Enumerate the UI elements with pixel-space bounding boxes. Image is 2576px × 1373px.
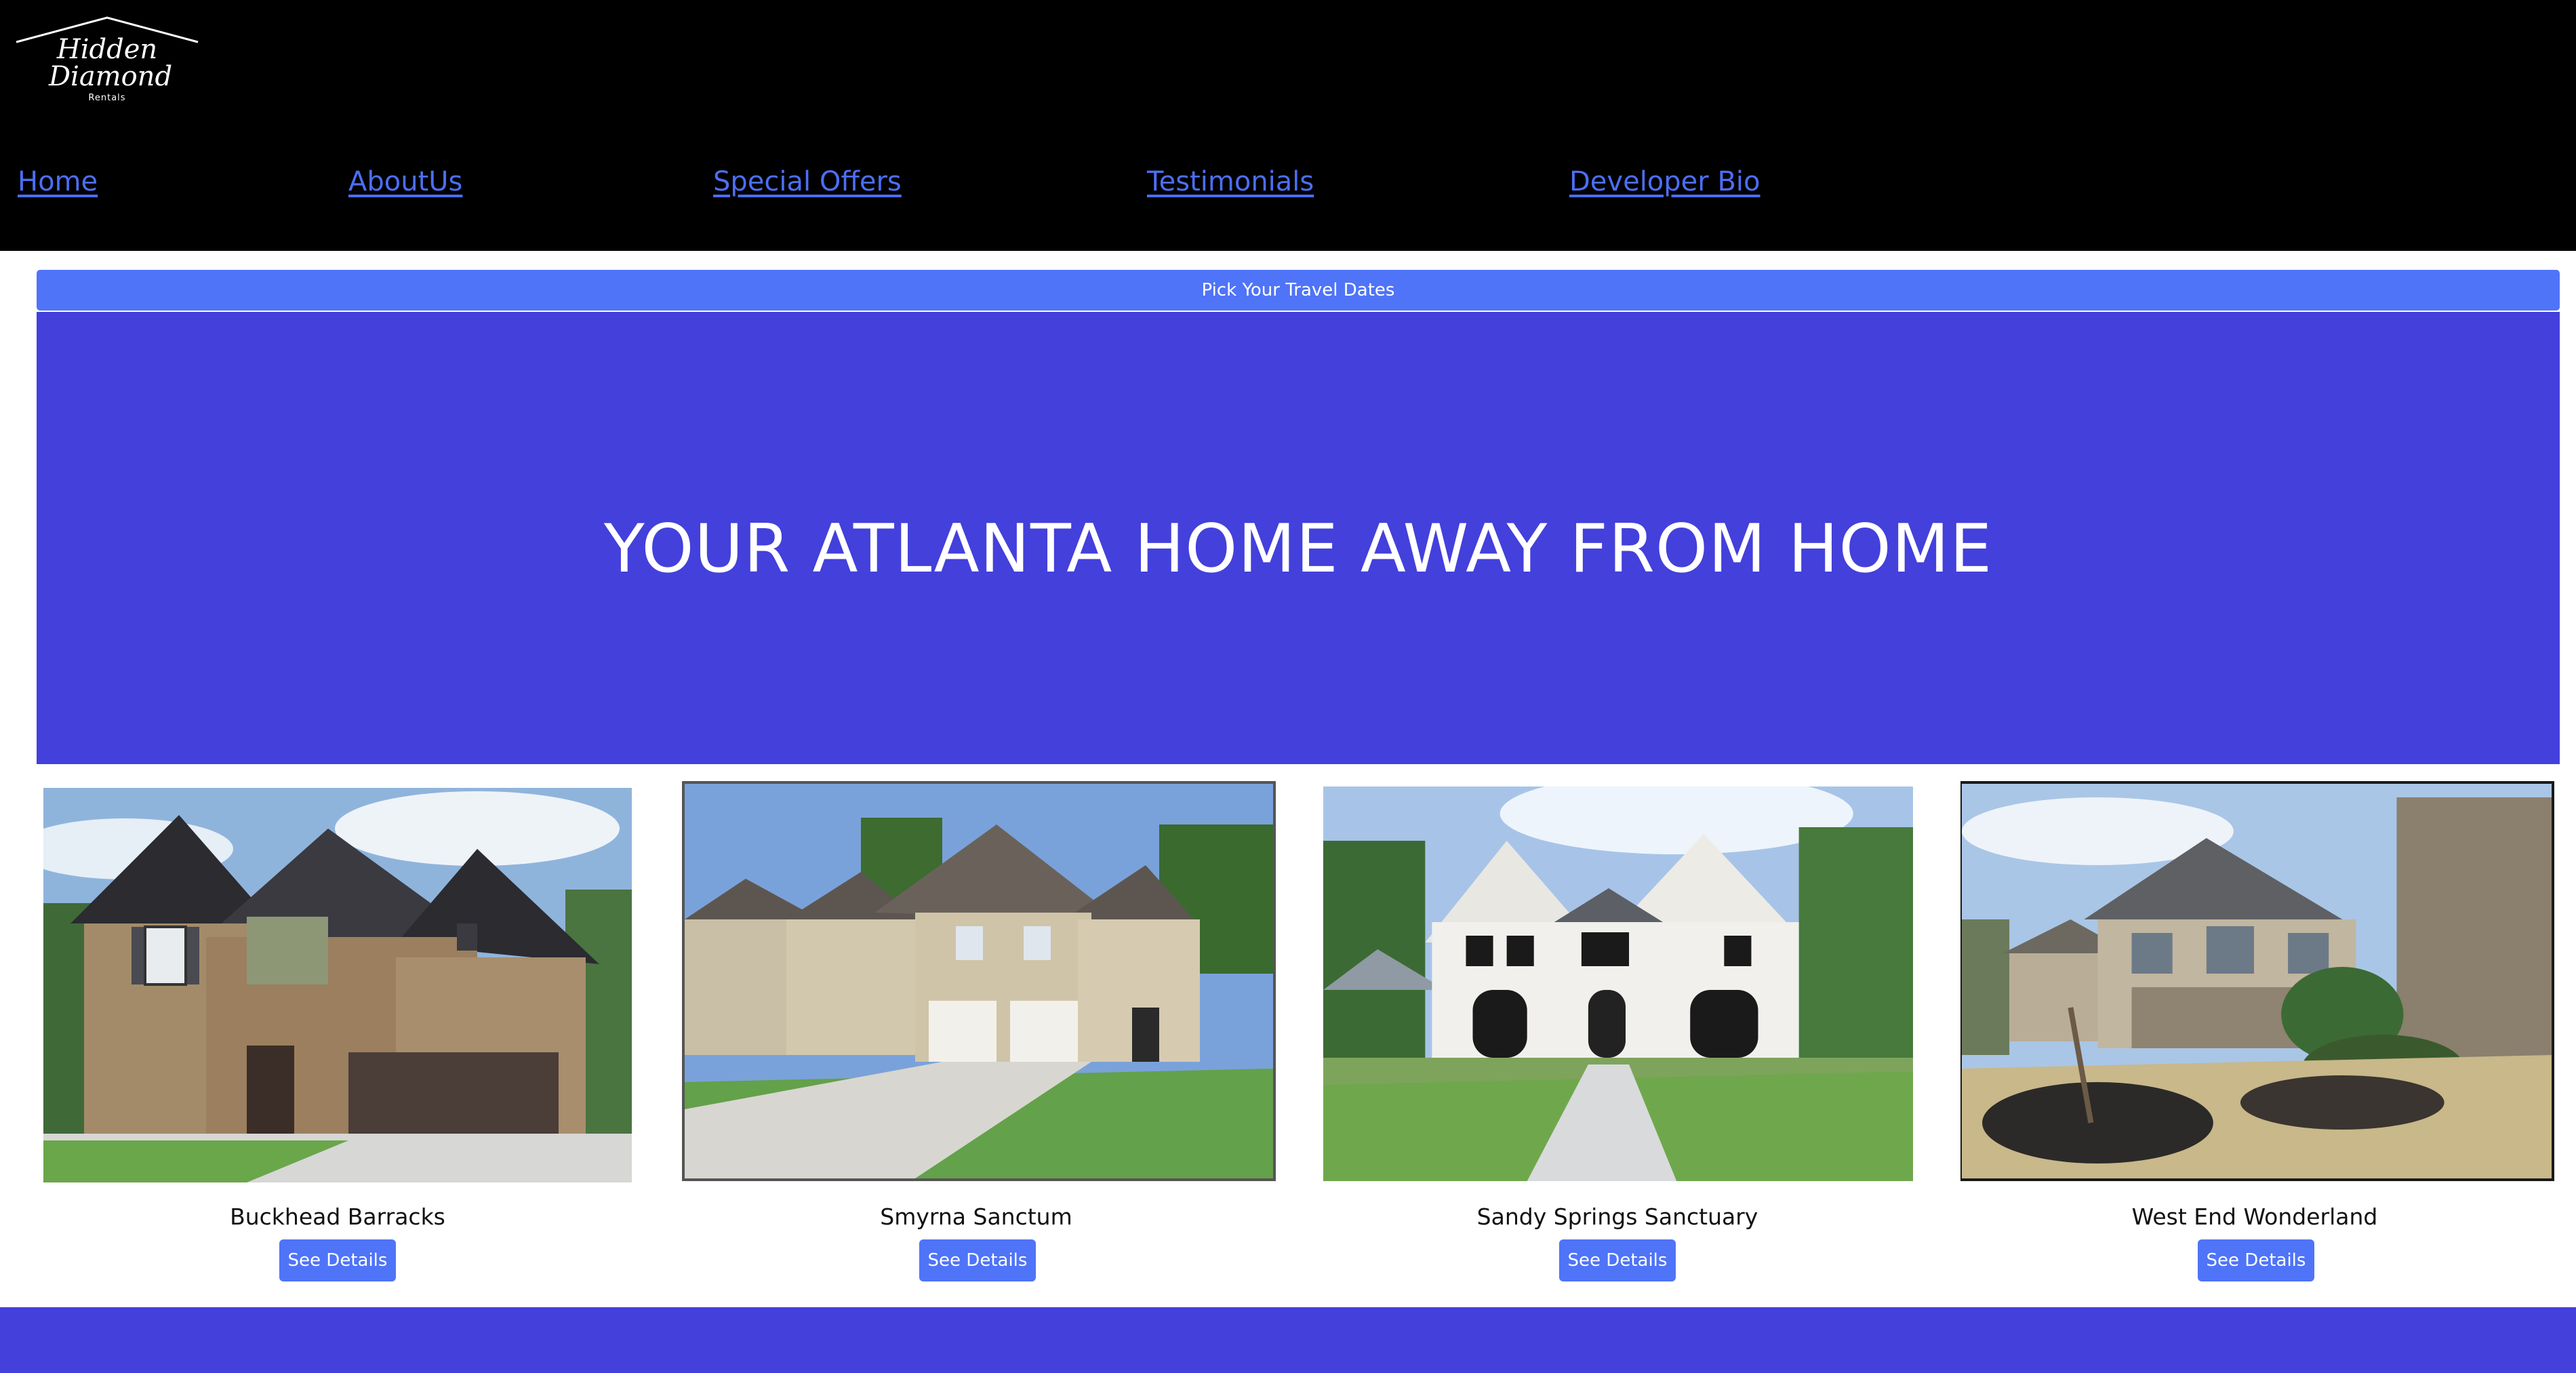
property-card-buckhead-barracks: Buckhead Barracks See Details	[39, 781, 636, 1283]
nav-link-testimonials[interactable]: Testimonials	[1147, 163, 1314, 201]
see-details-button[interactable]: See Details	[1559, 1239, 1676, 1281]
svg-text:Rentals: Rentals	[88, 93, 125, 103]
nav-link-home[interactable]: Home	[18, 163, 98, 201]
property-card-smyrna-sanctum: Smyrna Sanctum See Details	[678, 781, 1276, 1283]
see-details-button[interactable]: See Details	[279, 1239, 396, 1281]
brand-logo[interactable]: Hidden Diamond Rentals	[12, 14, 202, 105]
property-photo[interactable]	[1960, 781, 2554, 1181]
property-name: Buckhead Barracks	[230, 1203, 445, 1230]
property-name: Sandy Springs Sanctuary	[1476, 1203, 1758, 1230]
property-card-sandy-springs-sanctuary: Sandy Springs Sanctuary See Details	[1319, 781, 1916, 1283]
nav-link-about-us[interactable]: AboutUs	[348, 163, 462, 201]
property-photo[interactable]	[682, 781, 1276, 1181]
property-card-west-end-wonderland: West End Wonderland See Details	[1956, 781, 2554, 1283]
hero-banner: YOUR ATLANTA HOME AWAY FROM HOME	[37, 312, 2560, 764]
site-header: Hidden Diamond Rentals Home AboutUs Spec…	[0, 0, 2576, 251]
property-photo[interactable]	[1323, 787, 1913, 1181]
see-details-button[interactable]: See Details	[919, 1239, 1036, 1281]
property-name: Smyrna Sanctum	[880, 1203, 1072, 1230]
house-photo-icon	[685, 784, 1273, 1178]
house-photo-icon	[1962, 784, 2552, 1178]
hero-title: YOUR ATLANTA HOME AWAY FROM HOME	[603, 511, 1993, 588]
site-footer	[0, 1307, 2576, 1373]
nav-link-special-offers[interactable]: Special Offers	[713, 163, 902, 201]
house-photo-icon	[1323, 787, 1913, 1181]
property-name: West End Wonderland	[2131, 1203, 2378, 1230]
svg-text:Diamond: Diamond	[48, 61, 172, 92]
house-photo-icon	[43, 788, 632, 1182]
pick-travel-dates-button[interactable]: Pick Your Travel Dates	[37, 270, 2560, 311]
property-photo[interactable]	[43, 788, 632, 1182]
see-details-button[interactable]: See Details	[2198, 1239, 2314, 1281]
nav-link-developer-bio[interactable]: Developer Bio	[1569, 163, 1760, 201]
diamond-logo-icon: Hidden Diamond Rentals	[16, 16, 199, 103]
